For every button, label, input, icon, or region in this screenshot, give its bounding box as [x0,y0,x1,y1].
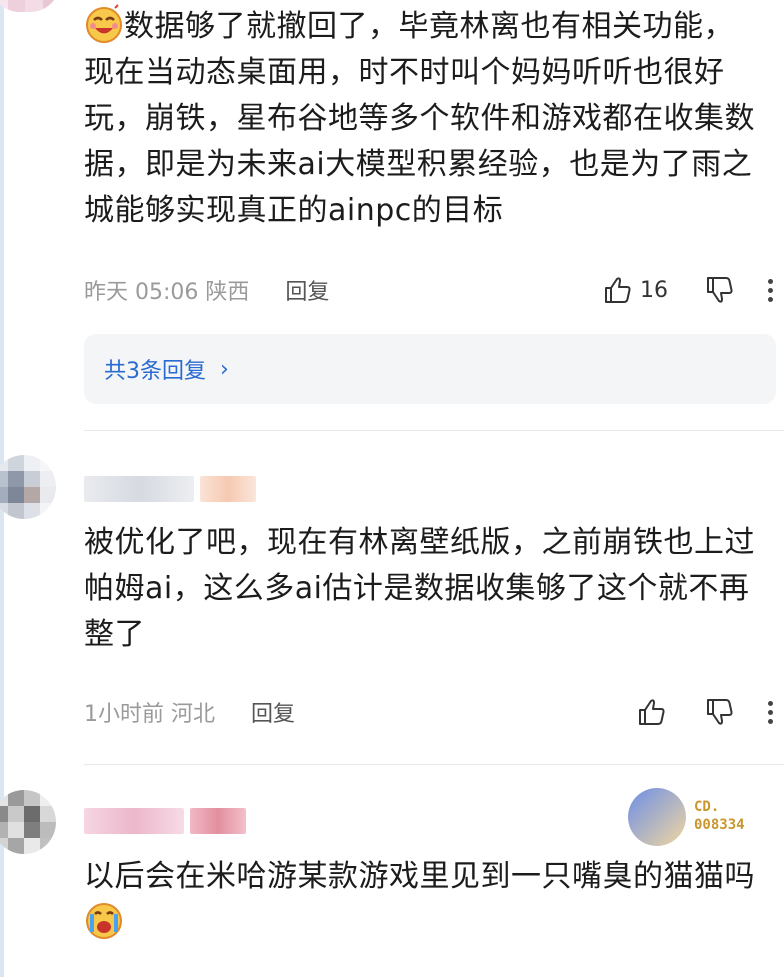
user-badge[interactable]: CD. 008334 [628,788,768,848]
comment-text: 数据够了就撤回了，毕竟林离也有相关功能， 现在当动态桌面用，时不时叫个妈妈听听也很… [84,4,774,234]
divider [84,764,784,765]
avatar[interactable] [0,455,56,519]
thumbs-down-icon[interactable] [704,274,736,306]
like-count: 16 [640,277,668,303]
like-button[interactable]: 16 [602,274,668,306]
reply-button[interactable]: 回复 [251,696,295,728]
username-blurred[interactable] [84,476,256,502]
reply-button[interactable]: 回复 [285,274,329,306]
thumbs-up-icon [605,277,631,303]
thumbs-up-icon[interactable] [636,696,668,728]
badge-avatar [628,788,686,846]
more-vertical-icon[interactable] [766,278,774,302]
comment-actions: 16 [602,270,774,310]
thumbs-down-icon[interactable] [704,696,736,728]
crying-emoji-icon [86,903,122,939]
comment-time: 昨天 05:06 陕西 [84,280,250,305]
replies-summary: 共3条回复 [104,359,206,384]
laughing-emoji-icon [86,4,122,43]
comment-text: 被优化了吧，现在有林离壁纸版，之前崩铁也上过帕姆ai，这么多ai估计是数据收集够… [84,525,755,652]
view-replies-button[interactable]: 共3条回复 › [84,334,776,404]
comment-text: 以后会在米哈游某款游戏里见到一只嘴臭的猫猫吗 [84,854,774,946]
more-vertical-icon[interactable] [766,700,774,724]
badge-text: CD. 008334 [694,799,745,833]
avatar[interactable] [0,0,60,12]
chevron-right-icon: › [220,356,229,382]
divider [84,430,784,431]
comment-actions [636,692,774,732]
comment-time: 1小时前 河北 [84,702,215,727]
avatar[interactable] [0,790,56,854]
username-blurred[interactable] [84,808,246,834]
